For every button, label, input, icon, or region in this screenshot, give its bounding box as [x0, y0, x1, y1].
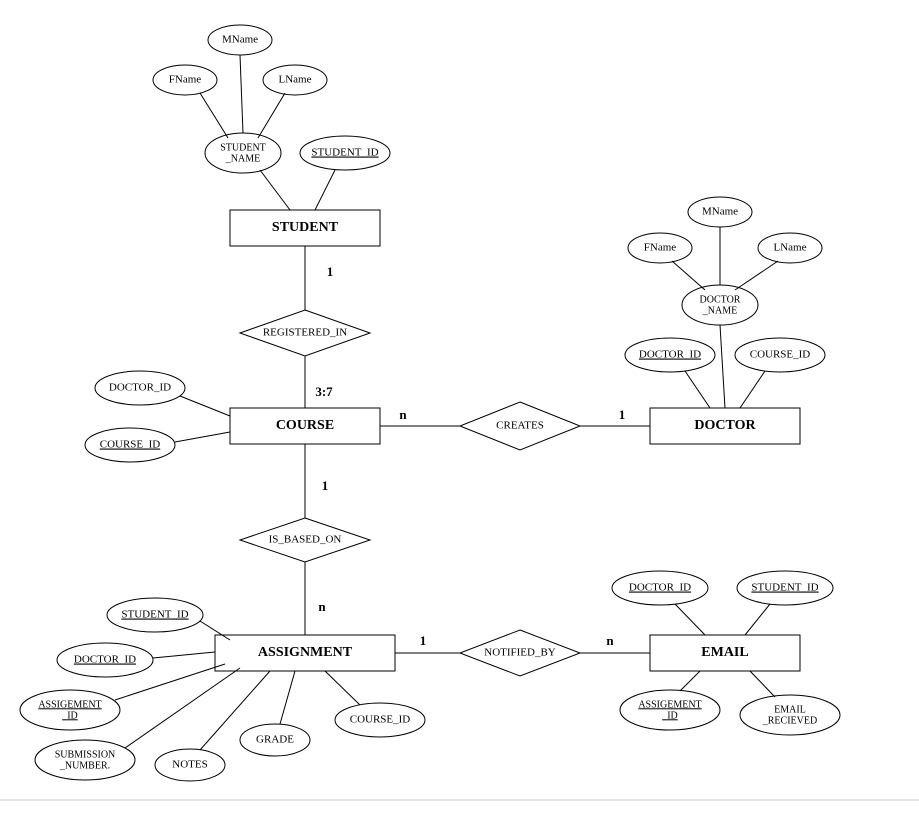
conn-doctor-name [720, 325, 725, 408]
attr-student-id-label: STUDENT_ID [311, 147, 378, 159]
attr-student-name-label-2: _NAME [225, 153, 260, 164]
attr-assign-notes-label: NOTES [172, 759, 207, 771]
attr-doctor-name-label-2: _NAME [702, 305, 737, 316]
attr-course-course-id-label: COURSE_ID [100, 439, 161, 451]
conn-email-email-received [750, 671, 775, 697]
card-creates-doctor: 1 [619, 407, 626, 422]
attr-doctor-fname-label: FName [644, 242, 677, 254]
attr-course-doctor-id-label: DOCTOR_ID [109, 382, 171, 394]
conn-doctor-doctor-id [685, 371, 710, 408]
entity-email-label: EMAIL [701, 645, 748, 660]
attr-assign-assignment-id-label-2: _ID [61, 710, 78, 721]
card-course-creates: n [399, 407, 407, 422]
er-diagram: STUDENT STUDENT _NAME STUDENT_ID FName M… [0, 0, 919, 815]
attr-assign-assignment-id-label-1: ASSIGEMENT [38, 699, 101, 710]
entity-student-label: STUDENT [272, 220, 339, 235]
attr-assign-submission-number-label-1: SUBMISSION [55, 749, 116, 760]
attr-assign-doctor-id-label: DOCTOR_ID [74, 654, 136, 666]
card-course-isbased: 1 [322, 478, 329, 493]
conn-assign-submission-number [125, 668, 240, 748]
entity-doctor-label: DOCTOR [694, 418, 756, 433]
attr-student-mname-label: MName [222, 34, 258, 46]
conn-student-id [315, 170, 335, 210]
entity-course-label: COURSE [276, 418, 334, 433]
conn-doctor-lname [735, 261, 778, 290]
attr-doctor-course-id-label: COURSE_ID [750, 349, 811, 361]
attr-assign-student-id-label: STUDENT_ID [121, 609, 188, 621]
conn-student-fname [200, 93, 228, 138]
conn-email-assignment-id [680, 671, 700, 691]
attr-student-name-label-1: STUDENT [220, 142, 266, 153]
conn-doctor-course-id [740, 371, 765, 408]
card-assignment-notified: 1 [420, 633, 427, 648]
conn-doctor-fname [672, 261, 705, 290]
attr-doctor-lname-label: LName [774, 242, 807, 254]
rel-is-based-on-label: IS_BASED_ON [269, 534, 342, 546]
conn-course-course-id [175, 432, 230, 442]
rel-notified-by-label: NOTIFIED_BY [484, 647, 556, 659]
attr-assign-submission-number-label-2: _NUMBER. [59, 760, 110, 771]
attr-doctor-mname-label: MName [702, 206, 738, 218]
attr-student-lname-label: LName [279, 74, 312, 86]
rel-creates-label: CREATES [496, 420, 544, 432]
conn-assign-doctor-id [153, 652, 215, 658]
attr-email-assignment-id-label-2: _ID [661, 710, 678, 721]
attr-doctor-id-label: DOCTOR_ID [639, 349, 701, 361]
attr-email-student-id-label: STUDENT_ID [751, 582, 818, 594]
conn-student-name [260, 170, 290, 210]
conn-email-doctor-id [675, 604, 705, 635]
attr-student-fname-label: FName [169, 74, 202, 86]
card-registered-course: 3:7 [315, 384, 333, 399]
attr-email-email-received-label-1: EMAIL [774, 704, 806, 715]
attr-email-doctor-id-label: DOCTOR_ID [629, 582, 691, 594]
attr-doctor-name-label-1: DOCTOR [700, 294, 741, 305]
conn-assign-grade [280, 671, 295, 724]
rel-registered-in-label: REGISTERED_IN [263, 327, 347, 339]
attr-email-email-received-label-2: _RECIEVED [762, 715, 817, 726]
conn-course-doctor-id [180, 396, 230, 416]
attr-assign-grade-label: GRADE [256, 734, 294, 746]
attr-assign-course-id-label: COURSE_ID [350, 714, 411, 726]
card-isbased-assignment: n [318, 599, 326, 614]
conn-assign-course-id [325, 671, 360, 705]
conn-student-mname [240, 55, 243, 133]
conn-student-lname [258, 93, 285, 138]
card-student-registered: 1 [327, 264, 334, 279]
entity-assignment-label: ASSIGNMENT [258, 645, 353, 660]
attr-email-assignment-id-label-1: ASSIGEMENT [638, 699, 701, 710]
conn-email-student-id [745, 604, 770, 635]
card-notified-email: n [606, 633, 614, 648]
